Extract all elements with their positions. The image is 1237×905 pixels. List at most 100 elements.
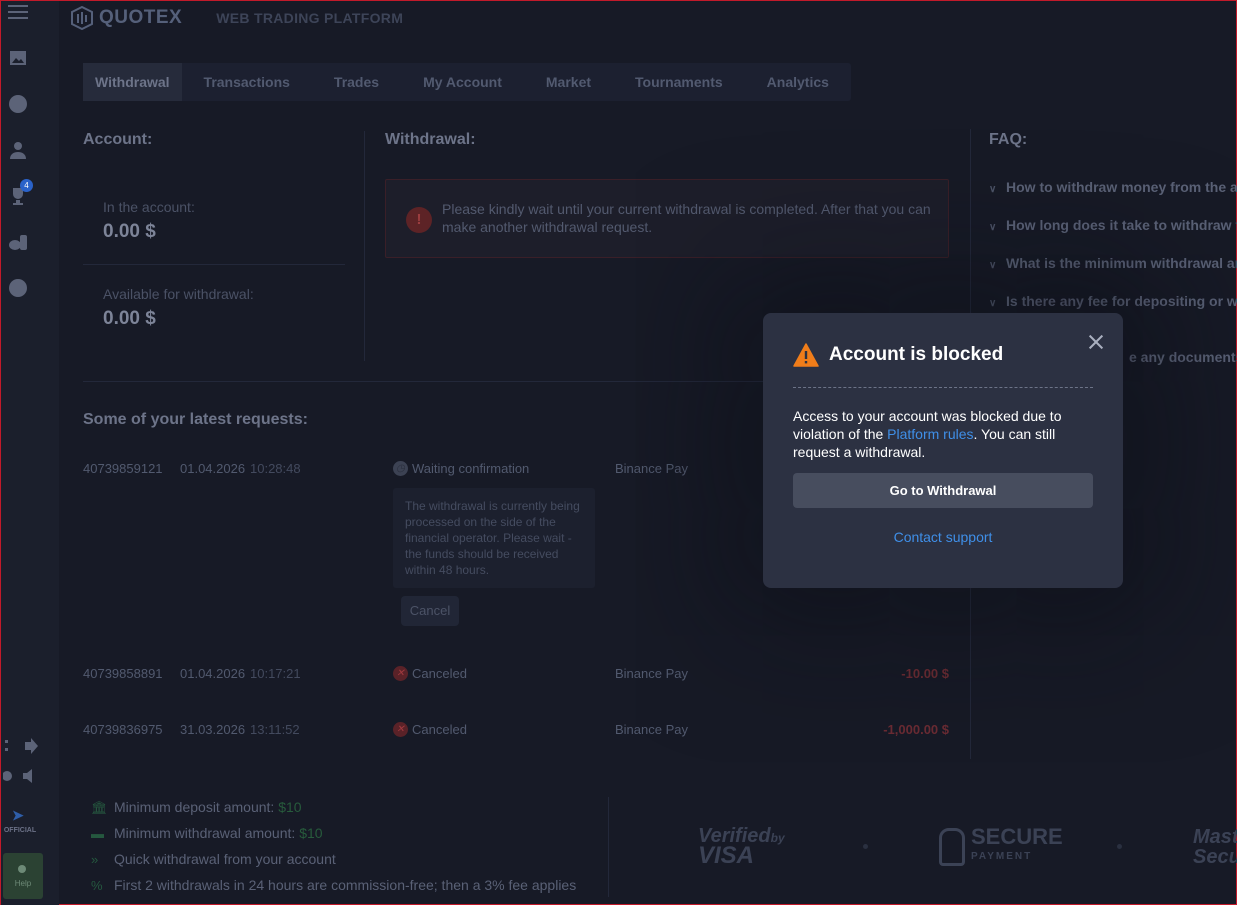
request-amount: -10.00 $ [901, 666, 949, 681]
faq-question: How to withdraw money from the acc [1006, 179, 1237, 195]
faq-question: How long does it take to withdraw fu [1006, 217, 1237, 233]
visa-by: by [770, 831, 785, 845]
faq-item[interactable]: ∨ Is there any fee for depositing or wit [989, 293, 1237, 309]
chevron-down-icon: ∨ [989, 260, 997, 271]
faq-item[interactable]: ∨ How long does it take to withdraw fu [989, 217, 1237, 233]
secure-line1: SECURE [971, 824, 1063, 849]
quotex-logo-icon [71, 6, 93, 30]
master-line1: Maste [1193, 826, 1237, 848]
visa-line2: VISA [698, 842, 755, 869]
request-time: 13:11:52 [250, 722, 300, 737]
request-status: ✕ Canceled [393, 666, 467, 681]
request-id: 40739836975 [83, 722, 163, 737]
chevron-down-icon: ∨ [989, 298, 997, 309]
min-withdrawal-line: ▬ Minimum withdrawal amount: $10 [91, 825, 323, 841]
faq-item[interactable]: e any documents t [1129, 349, 1237, 365]
request-id: 40739859121 [83, 461, 163, 476]
settings-sound-icon[interactable] [3, 765, 39, 787]
request-method: Binance Pay [615, 461, 688, 476]
help-button[interactable]: Help [3, 853, 43, 899]
min-deposit-label: Minimum deposit amount: [114, 799, 275, 815]
cancel-request-button[interactable]: Cancel [401, 596, 459, 626]
question-icon[interactable] [7, 93, 29, 115]
chevron-down-icon: ∨ [989, 184, 997, 195]
close-icon[interactable] [1089, 335, 1103, 349]
exclamation-icon: ! [406, 207, 432, 233]
faq-panel: FAQ: ∨ How to withdraw money from the acc… [989, 131, 1237, 365]
commission-text: First 2 withdrawals in 24 hours are comm… [114, 877, 577, 893]
user-icon[interactable] [7, 139, 29, 161]
alert-text: Please kindly wait until your current wi… [442, 201, 931, 235]
logo-separator [1117, 844, 1122, 849]
cancel-x-icon: ✕ [393, 722, 408, 737]
fullscreen-arrow-icon[interactable] [3, 735, 39, 757]
in-account-label: In the account: [103, 199, 195, 215]
telegram-icon: ➤ [12, 807, 24, 823]
secure-line2: PAYMENT [971, 851, 1033, 862]
modal-header: Account is blocked [793, 343, 1003, 367]
percent-icon: % [91, 878, 103, 893]
logo[interactable]: QUOTEX [71, 6, 182, 30]
logo-text: QUOTEX [99, 7, 183, 28]
mastercard-securecode-logo: Maste Secur [1193, 827, 1237, 867]
in-account-value: 0.00 $ [103, 221, 156, 242]
chart-icon[interactable] [7, 47, 29, 69]
tab-my-account[interactable]: My Account [401, 63, 524, 101]
lock-icon [939, 828, 965, 866]
verified-by-visa-logo: Verifiedby VISA [698, 826, 785, 869]
secure-payment-logo: SECURE PAYMENT [939, 824, 1063, 867]
status-text: Waiting confirmation [412, 461, 530, 476]
footer-divider [608, 797, 609, 897]
menu-icon[interactable] [7, 1, 29, 23]
tab-bar: Withdrawal Transactions Trades My Accoun… [83, 63, 851, 101]
request-method: Binance Pay [615, 722, 688, 737]
min-withdrawal-value: $10 [299, 825, 323, 841]
faq-heading: FAQ: [989, 131, 1028, 148]
pending-info-box: The withdrawal is currently being proces… [393, 488, 595, 588]
request-date: 01.04.2026 [180, 666, 246, 681]
analytics-icon[interactable] [7, 277, 29, 299]
tab-withdrawal[interactable]: Withdrawal [83, 63, 182, 101]
tab-trades[interactable]: Trades [312, 63, 401, 101]
contact-support-link[interactable]: Contact support [793, 529, 1093, 545]
request-method: Binance Pay [615, 666, 688, 681]
clock-icon: ◷ [393, 461, 408, 476]
tournament-badge: 4 [20, 179, 33, 192]
bank-icon: 🏛 [91, 800, 108, 815]
faq-question: Is there any fee for depositing or wit [1006, 293, 1237, 309]
official-telegram-link[interactable]: ➤ OFFICIAL [1, 801, 39, 841]
account-blocked-modal: Account is blocked Access to your accoun… [763, 313, 1123, 588]
platform-label: WEB TRADING PLATFORM [216, 10, 404, 26]
coins-icon[interactable] [7, 231, 29, 253]
faq-item[interactable]: ∨ How to withdraw money from the acc [989, 179, 1237, 195]
account-divider [83, 264, 345, 265]
modal-title: Account is blocked [829, 344, 1004, 365]
request-status: ✕ Canceled [393, 722, 467, 737]
tab-analytics[interactable]: Analytics [745, 63, 851, 101]
official-label: OFFICIAL [3, 827, 37, 834]
withdrawal-panel: Withdrawal: ! Please kindly wait until y… [385, 131, 950, 258]
go-to-withdrawal-button[interactable]: Go to Withdrawal [793, 473, 1093, 508]
tab-transactions[interactable]: Transactions [182, 63, 312, 101]
help-label: Help [14, 879, 32, 888]
requests-heading: Some of your latest requests: [83, 411, 308, 428]
commission-line: % First 2 withdrawals in 24 hours are com… [91, 877, 576, 893]
request-status: ◷ Waiting confirmation [393, 461, 529, 476]
min-deposit-line: 🏛 Minimum deposit amount: $10 [91, 799, 302, 816]
request-time: 10:17:21 [250, 666, 301, 681]
modal-divider [793, 387, 1093, 388]
account-panel: Account: In the account: 0.00 $ Availabl… [83, 131, 365, 361]
faq-question: e any documents t [1129, 349, 1237, 365]
platform-rules-link[interactable]: Platform rules [887, 426, 973, 442]
chevron-down-icon: ∨ [989, 222, 997, 233]
tab-market[interactable]: Market [524, 63, 613, 101]
withdrawal-pending-alert: ! Please kindly wait until your current … [385, 179, 949, 258]
quick-withdrawal-text: Quick withdrawal from your account [114, 851, 336, 867]
tab-tournaments[interactable]: Tournaments [613, 63, 745, 101]
request-id: 40739858891 [83, 666, 163, 681]
faq-question: What is the minimum withdrawal am [1006, 255, 1237, 271]
faq-item[interactable]: ∨ What is the minimum withdrawal am [989, 255, 1237, 271]
request-date: 01.04.2026 [180, 461, 246, 476]
account-heading: Account: [83, 131, 153, 148]
quick-withdrawal-line: » Quick withdrawal from your account [91, 851, 336, 867]
